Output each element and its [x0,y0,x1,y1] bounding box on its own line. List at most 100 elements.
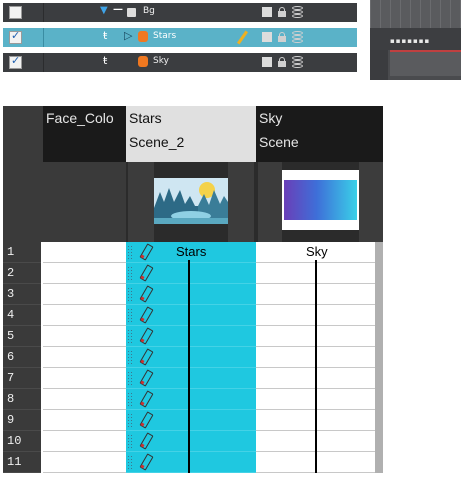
cell-face-colo[interactable] [43,347,126,368]
layer-name: Sky [153,56,169,66]
pencil-icon[interactable] [236,30,249,45]
cell-stars[interactable] [126,410,256,431]
layer-row-bg[interactable]: ▼ — Bg [3,3,357,22]
track-frames-bg[interactable] [370,0,461,28]
layer-stack-icon[interactable] [292,31,303,43]
drag-handle-icon[interactable] [127,455,132,470]
track-frames-stars[interactable]: ▪▪▪▪▪▪▪ [370,28,461,50]
cell-stars[interactable] [126,263,256,284]
layer-color-swatch[interactable] [262,57,272,67]
frame-number[interactable]: 6 [3,347,41,368]
cell-stars[interactable] [126,347,256,368]
pencil-icon[interactable] [139,349,153,365]
cell-stars[interactable]: Stars [126,242,256,263]
layer-enable-checkbox[interactable] [9,54,22,69]
lock-icon[interactable] [277,32,287,42]
drag-handle-icon[interactable] [127,434,132,449]
cell-face-colo[interactable] [43,368,126,389]
cell-face-colo[interactable] [43,305,126,326]
layer-row-stars[interactable]: ŧ ▷ Stars [3,28,357,47]
frame-number[interactable]: 5 [3,326,41,347]
layer-stack-icon[interactable] [292,56,303,68]
pencil-icon[interactable] [139,370,153,386]
column-header-face-colo[interactable]: Face_Colo [43,106,126,162]
column-header-stars[interactable]: Stars Scene_2 [126,106,256,162]
cell-stars[interactable] [126,389,256,410]
drag-handle-icon[interactable] [127,413,132,428]
drag-handle-icon[interactable] [127,350,132,365]
cell-face-colo[interactable] [43,263,126,284]
layer-enable-checkbox[interactable] [9,29,22,44]
thumbnail-sky-cell[interactable] [256,162,383,242]
frame-number[interactable]: 3 [3,284,41,305]
cell-stars[interactable] [126,452,256,473]
sky-scene-thumbnail [284,180,357,220]
expand-arrow-icon[interactable]: ▷ [124,29,132,42]
cell-label: Sky [306,244,328,259]
drag-handle-icon[interactable] [127,287,132,302]
cell-face-colo[interactable] [43,452,126,473]
frame-column-header [3,106,43,162]
lock-icon[interactable] [277,7,287,17]
hold-line-sky [315,260,317,473]
cell-face-colo[interactable] [43,389,126,410]
frame-number[interactable]: 11 [3,452,41,473]
lock-icon[interactable] [277,57,287,67]
cell-face-colo[interactable] [43,242,126,263]
pencil-icon[interactable] [139,286,153,302]
frame-number[interactable]: 10 [3,431,41,452]
cell-stars[interactable] [126,284,256,305]
pencil-icon[interactable] [139,433,153,449]
drag-handle-icon[interactable] [127,329,132,344]
column-sub: Scene_2 [129,134,185,150]
cell-face-colo[interactable] [43,284,126,305]
cell-face-colo[interactable] [43,326,126,347]
frame-number[interactable]: 1 [3,242,41,263]
thumbnail-stars-cell[interactable] [126,162,256,242]
frame-number[interactable]: 9 [3,410,41,431]
pencil-icon[interactable] [139,454,153,470]
column-name: Stars [129,110,162,126]
layer-color-swatch[interactable] [262,32,272,42]
parent-link-icon: ŧ [103,29,108,42]
layer-color-swatch[interactable] [262,7,272,17]
divider [43,28,44,47]
cell-stars[interactable] [126,305,256,326]
cell-face-colo[interactable] [43,431,126,452]
frame-number[interactable]: 2 [3,263,41,284]
column-header-sky[interactable]: Sky Scene [256,106,383,162]
table-row: 1 Stars Sky [3,242,383,263]
pencil-icon[interactable] [139,244,153,260]
track-frames-sky[interactable] [390,50,461,76]
table-row: 6 [3,347,383,368]
cell-face-colo[interactable] [43,410,126,431]
pencil-icon[interactable] [139,307,153,323]
column-scrollbar[interactable] [375,242,383,473]
layer-name: Stars [153,31,177,41]
xsheet-header: Face_Colo Stars Scene_2 Sky Scene [3,106,383,162]
frame-number[interactable]: 4 [3,305,41,326]
cell-stars[interactable] [126,368,256,389]
table-row: 8 [3,389,383,410]
layer-stack-icon[interactable] [292,6,303,18]
drag-handle-icon[interactable] [127,392,132,407]
drag-handle-icon[interactable] [127,308,132,323]
hold-line-stars [188,260,190,473]
drag-handle-icon[interactable] [127,266,132,281]
pencil-icon[interactable] [139,391,153,407]
layer-row-sky[interactable]: ŧ Sky [3,53,357,72]
pencil-icon[interactable] [139,265,153,281]
frame-number[interactable]: 7 [3,368,41,389]
table-row: 3 [3,284,383,305]
drag-handle-icon[interactable] [127,371,132,386]
pencil-icon[interactable] [139,328,153,344]
timeline-panel: ▼ — Bg ŧ ▷ Stars ŧ Sky ▪▪▪▪▪▪▪ [0,0,461,80]
frame-number[interactable]: 8 [3,389,41,410]
cell-stars[interactable] [126,326,256,347]
pencil-icon[interactable] [139,412,153,428]
drag-handle-icon[interactable] [127,245,132,260]
cell-stars[interactable] [126,431,256,452]
layer-enable-checkbox[interactable] [9,6,22,19]
expand-arrow-icon[interactable]: ▼ [100,5,108,16]
timeline-track-area[interactable]: ▪▪▪▪▪▪▪ [370,0,461,80]
